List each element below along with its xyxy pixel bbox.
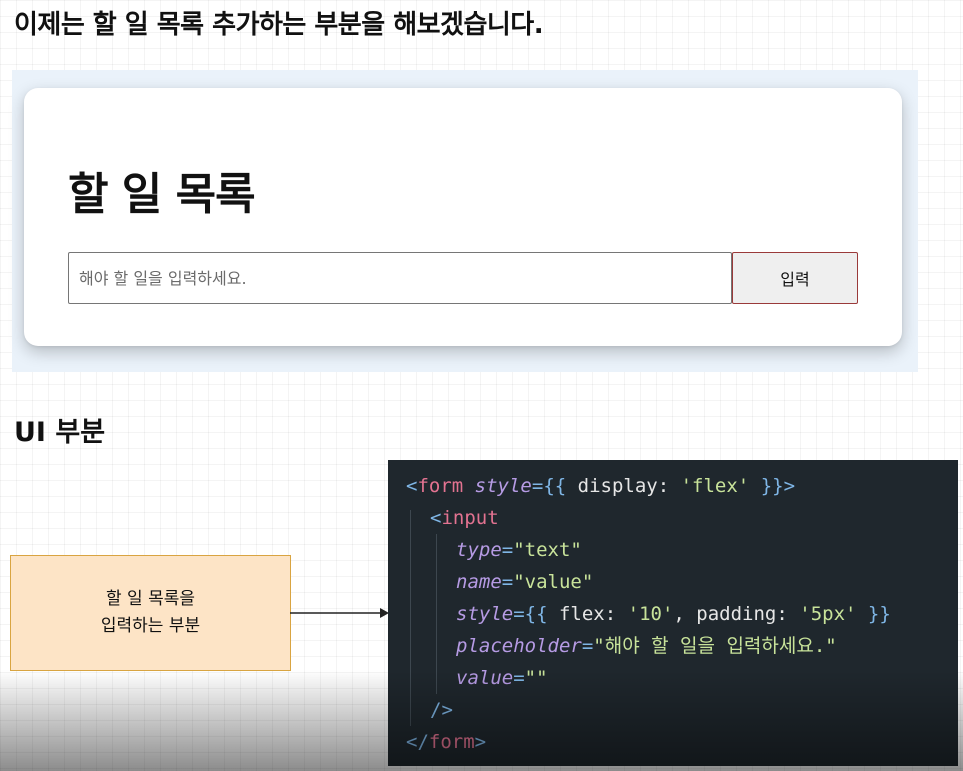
code-line-8: />: [430, 699, 453, 721]
code-line-5: style={{ flex: '10', padding: '5px' }}: [456, 603, 891, 625]
callout-box: 할 일 목록을 입력하는 부분: [10, 555, 291, 671]
code-line-3: type="text": [456, 539, 582, 561]
code-block: <form style={{ display: 'flex' }}> <inpu…: [388, 460, 958, 766]
submit-button[interactable]: 입력: [732, 252, 858, 304]
callout-text: 할 일 목록을 입력하는 부분: [101, 586, 200, 640]
callout-line-2: 입력하는 부분: [100, 616, 201, 636]
ui-preview-panel: 할 일 목록 입력: [12, 70, 918, 372]
code-line-7: value="": [456, 667, 548, 689]
code-line-6: placeholder="해야 할 일을 입력하세요.": [456, 635, 837, 657]
callout-line-1: 할 일 목록을: [105, 589, 195, 609]
indent-guide: [410, 510, 411, 726]
code-line-4: name="value": [456, 571, 594, 593]
code-line-2: <input: [430, 507, 499, 529]
arrow-icon: [290, 608, 389, 618]
todo-title: 할 일 목록: [68, 169, 256, 220]
indent-guide: [436, 534, 437, 694]
page-heading: 이제는 할 일 목록 추가하는 부분을 해보겠습니다.: [14, 10, 544, 40]
todo-card: 할 일 목록 입력: [24, 88, 902, 346]
section-title: UI 부분: [14, 417, 106, 448]
todo-input[interactable]: [68, 252, 732, 304]
code-line-1: <form style={{ display: 'flex' }}>: [406, 475, 796, 497]
code-line-9: </form>: [406, 731, 487, 753]
